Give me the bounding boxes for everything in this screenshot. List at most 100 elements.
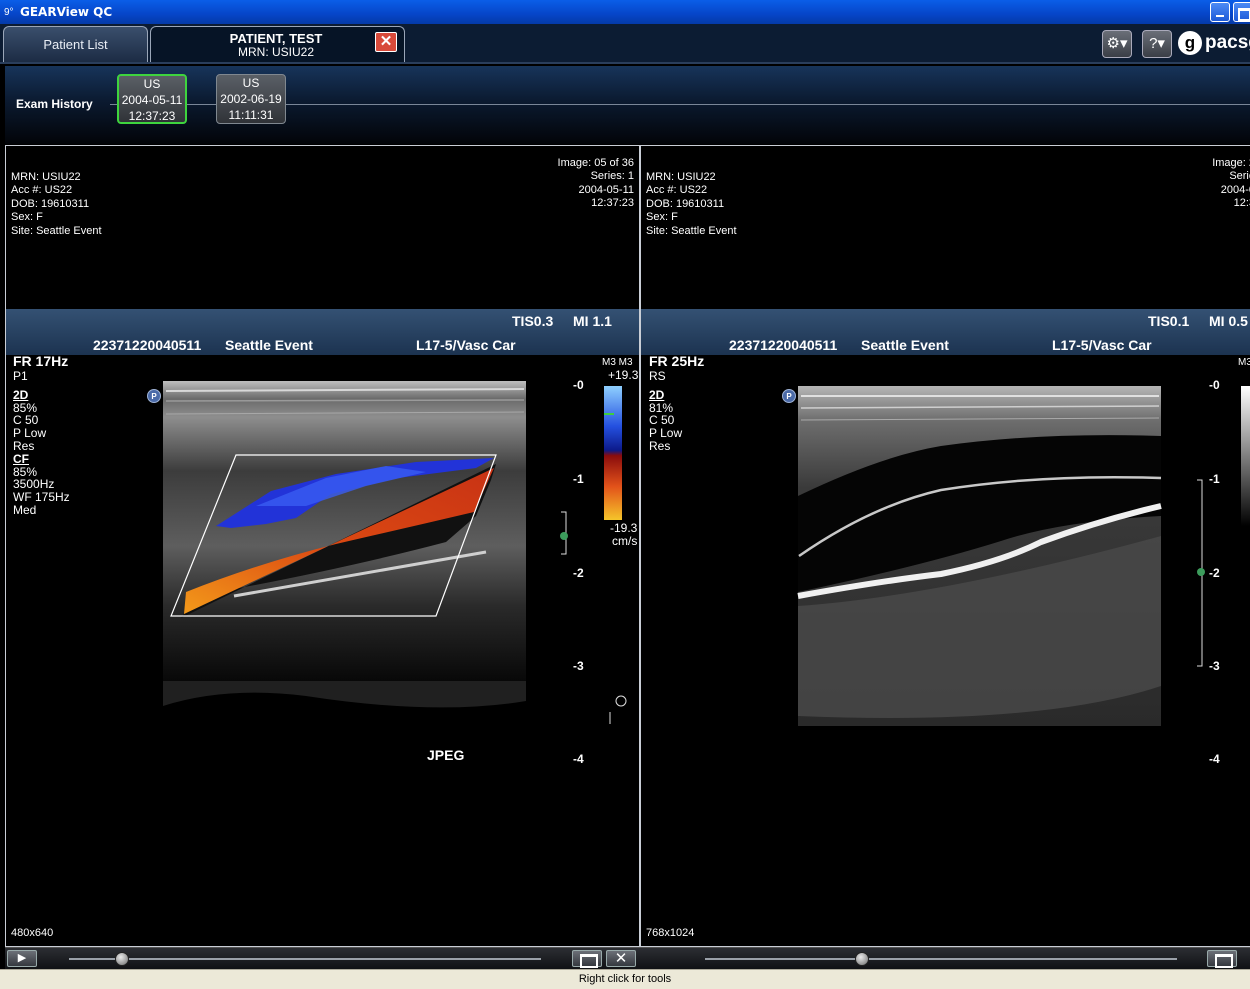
tab-patient-list[interactable]: Patient List [3,26,148,62]
settings-button[interactable]: ⚙▾ [1102,30,1132,58]
info-date: 2004-0 [1220,183,1250,196]
exam-date: 2002-06-19 [220,92,282,106]
info-site: Site: Seattle Event [11,224,102,237]
patient-info: MRN: USIU22 Acc #: US22 DOB: 19610311 Se… [646,171,737,238]
frame-rate: FR 17Hz [13,353,69,369]
ultrasound-image[interactable] [6,356,640,936]
exam-modality: US [143,77,161,91]
tis-value: TIS0.1 [1148,313,1190,329]
image-dimensions: 768x1024 [646,927,695,939]
viewport-left[interactable]: MRN: USIU22 Acc #: US22 DOB: 19610311 Se… [5,145,640,947]
param-res: Res [13,438,35,453]
play-button[interactable]: ▶ [7,950,37,967]
close-viewport-button[interactable]: ✕ [606,950,636,967]
depth-ruler-label: -1 [1209,472,1220,486]
exam-date: 2004-05-11 [121,93,183,107]
help-icon: ?▾ [1149,35,1165,52]
depth-gate-marker [615,695,627,707]
ultrasound-image[interactable] [641,356,1250,936]
window-mode-button[interactable] [572,950,602,968]
maximize-button[interactable] [1233,2,1250,22]
focus-marker[interactable] [560,532,568,540]
param-2d: 2D [649,387,665,402]
depth-ruler-label: -0 [1209,378,1220,392]
exam-card[interactable]: US 2002-06-19 11:11:31 [216,74,286,124]
close-patient-tab-button[interactable]: ✕ [375,32,397,52]
brand-logo-icon: g [1178,31,1202,55]
imaging-params: RS 2D 81% C 50 P Low Res [649,370,682,453]
tab-patient[interactable]: PATIENT, TEST MRN: USIU22 ✕ [150,26,405,62]
tissue-line [165,399,525,402]
param-preset: RS [649,369,666,383]
tab-strip: Patient List PATIENT, TEST MRN: USIU22 ✕… [0,24,1250,64]
info-sex: Sex: F [11,211,43,224]
exam-card-selected[interactable]: US 2004-05-11 12:37:23 [117,74,187,124]
info-date: 2004-05-11 [578,183,634,196]
exam-time: 11:11:31 [228,108,274,122]
brand-logo: g pacsgear [1178,31,1250,55]
cine-controls-right [640,947,1250,969]
info-time: 12:3 [1233,197,1250,210]
depth-ruler-label: -3 [1209,659,1220,673]
param-2d: 2D [13,387,29,402]
info-image-number: Image: 2 [1212,157,1250,169]
title-bar: 9° GEARView QC [0,0,1250,24]
tab-patient-list-label: Patient List [43,37,108,52]
fr-label: FR 17Hz [13,353,69,369]
mi-value: MI 1.1 [573,313,612,329]
param-preset: P1 [13,369,28,383]
depth-ruler-label: -4 [1209,752,1220,766]
tis-value: TIS0.3 [512,313,554,329]
minimize-button[interactable] [1210,2,1230,22]
gray-scale-bar [1241,386,1250,526]
info-time: 12:37:23 [591,197,634,210]
cine-slider-track[interactable] [69,958,541,960]
mi-value: MI 0.5 [1209,313,1248,329]
window-mode-button[interactable] [1207,950,1237,968]
param-res: Res [649,438,671,453]
color-scale-unit: cm/s [612,534,638,548]
bmode-fade [163,681,526,708]
cine-slider-knob[interactable] [115,952,129,966]
info-series: Serie [1229,170,1250,183]
probe-name: L17-5/Vasc Car [416,337,516,353]
gear-icon: ⚙▾ [1106,35,1128,52]
depth-ruler-label: -0 [573,378,584,392]
probe-orientation-marker: P [782,389,796,403]
help-button[interactable]: ?▾ [1142,30,1172,58]
patient-info: MRN: USIU22 Acc #: US22 DOB: 19610311 Se… [11,171,102,238]
info-mrn: MRN: USIU22 [11,171,81,183]
status-bar: Right click for tools [0,969,1250,989]
exam-modality: US [242,76,260,90]
info-acc: Acc #: US22 [11,184,73,197]
depth-ruler-label: -2 [573,566,584,580]
probe-name: L17-5/Vasc Car [1052,337,1152,353]
image-info: Image: 05 of 36 Series: 1 2004-05-11 12:… [558,157,634,211]
cine-slider-track[interactable] [705,958,1177,960]
image-info: Image: 2 Serie 2004-0 12:3 [1212,157,1250,211]
frame-rate: FR 25Hz [649,353,705,369]
param-med: Med [13,502,37,517]
param-cf: CF [13,451,29,466]
window-title: GEARView QC [20,5,113,19]
depth-ruler-label: -1 [573,472,584,486]
image-dimensions: 480x640 [11,927,54,939]
info-series: Series: 1 [590,170,634,183]
study-id: 22371220040511 [93,337,202,353]
patient-name: PATIENT, TEST [229,31,323,46]
ultrasound-header-band: TIS0.1 MI 0.5 22371220040511 Seattle Eve… [641,309,1250,355]
viewport-right[interactable]: MRN: USIU22 Acc #: US22 DOB: 19610311 Se… [640,145,1250,947]
info-sex: Sex: F [646,211,678,224]
compression-label: JPEG [427,747,465,763]
cine-slider-knob[interactable] [855,952,869,966]
focus-marker[interactable] [1197,568,1205,576]
patient-mrn: MRN: USIU22 [237,45,314,59]
info-dob: DOB: 19610311 [646,197,725,210]
exam-history-label: Exam History [16,97,93,111]
info-mrn: MRN: USIU22 [646,171,716,183]
exam-history-bar: Exam History US 2004-05-11 12:37:23 US 2… [5,66,1250,144]
info-site: Site: Seattle Event [646,224,737,237]
app-icon: 9° [4,6,14,18]
depth-ruler-label: -4 [573,752,584,766]
info-acc: Acc #: US22 [646,184,708,197]
